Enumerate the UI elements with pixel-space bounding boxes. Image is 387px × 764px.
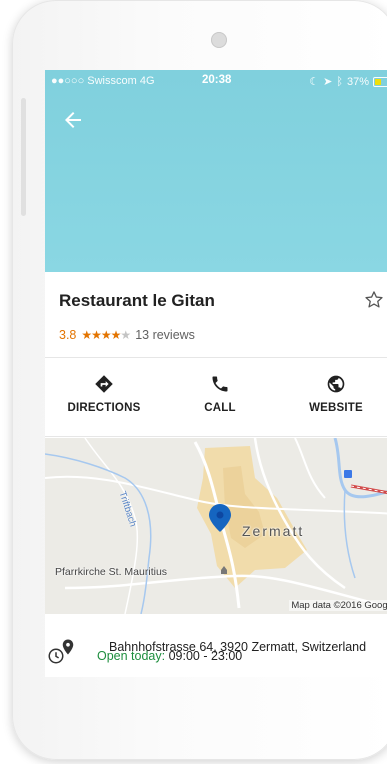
battery-icon — [373, 76, 387, 87]
screen: ●●○○○ Swisscom 4G 20:38 ☾ ➤ ᛒ 37% Restau… — [45, 70, 387, 677]
map-credit: Map data ©2016 Google — [289, 600, 387, 611]
review-count[interactable]: 13 reviews — [135, 328, 195, 342]
moon-icon: ☾ — [309, 76, 320, 88]
website-button[interactable]: WEBSITE — [281, 374, 387, 414]
rating-summary: 3.8 ★★★★★ 13 reviews — [59, 328, 195, 342]
hours-row[interactable]: Open today: 09:00 - 23:00 — [47, 645, 242, 667]
filled-stars: ★★★★ — [81, 328, 121, 342]
status-bar: ●●○○○ Swisscom 4G 20:38 ☾ ➤ ᛒ 37% — [45, 70, 387, 90]
place-header: Restaurant le Gitan — [59, 291, 387, 311]
map-preview[interactable]: Zermatt Pfarrkirche St. Mauritius Triftb… — [45, 438, 387, 614]
hero-header: ●●○○○ Swisscom 4G 20:38 ☾ ➤ ᛒ 37% — [45, 70, 387, 272]
action-bar: DIRECTIONS CALL WEBSITE — [45, 360, 387, 436]
directions-button[interactable]: DIRECTIONS — [49, 374, 159, 414]
divider — [45, 357, 387, 358]
bluetooth-icon: ᛒ — [336, 75, 343, 88]
directions-icon — [95, 375, 113, 393]
rating-stars-icon: ★★★★★ — [81, 328, 131, 342]
empty-star: ★ — [120, 328, 131, 342]
rating-value: 3.8 — [59, 328, 77, 342]
map-church-label: Pfarrkirche St. Mauritius — [55, 566, 168, 578]
phone-icon — [212, 376, 228, 392]
save-star-icon[interactable] — [363, 289, 385, 311]
carrier-label: ●●○○○ Swisscom 4G — [51, 75, 155, 87]
front-camera — [211, 32, 227, 48]
directions-label: DIRECTIONS — [67, 402, 141, 414]
battery-percent: 37% — [346, 75, 369, 88]
open-status: Open today: — [97, 649, 166, 663]
clock-icon — [48, 648, 64, 664]
call-label: CALL — [204, 402, 236, 414]
location-arrow-icon: ➤ — [323, 76, 333, 88]
divider — [45, 436, 387, 437]
call-button[interactable]: CALL — [165, 374, 275, 414]
clock: 20:38 — [202, 74, 232, 86]
map-town-label: Zermatt — [242, 523, 305, 539]
back-arrow-icon[interactable] — [61, 108, 85, 132]
place-title: Restaurant le Gitan — [59, 291, 215, 310]
hours-text: Open today: 09:00 - 23:00 — [97, 649, 242, 663]
globe-icon — [327, 375, 345, 393]
hours-value: 09:00 - 23:00 — [168, 649, 243, 663]
website-label: WEBSITE — [309, 402, 363, 414]
status-icons: ☾ ➤ ᛒ 37% — [309, 75, 387, 88]
map-graphic — [45, 438, 387, 614]
side-button — [21, 98, 26, 216]
